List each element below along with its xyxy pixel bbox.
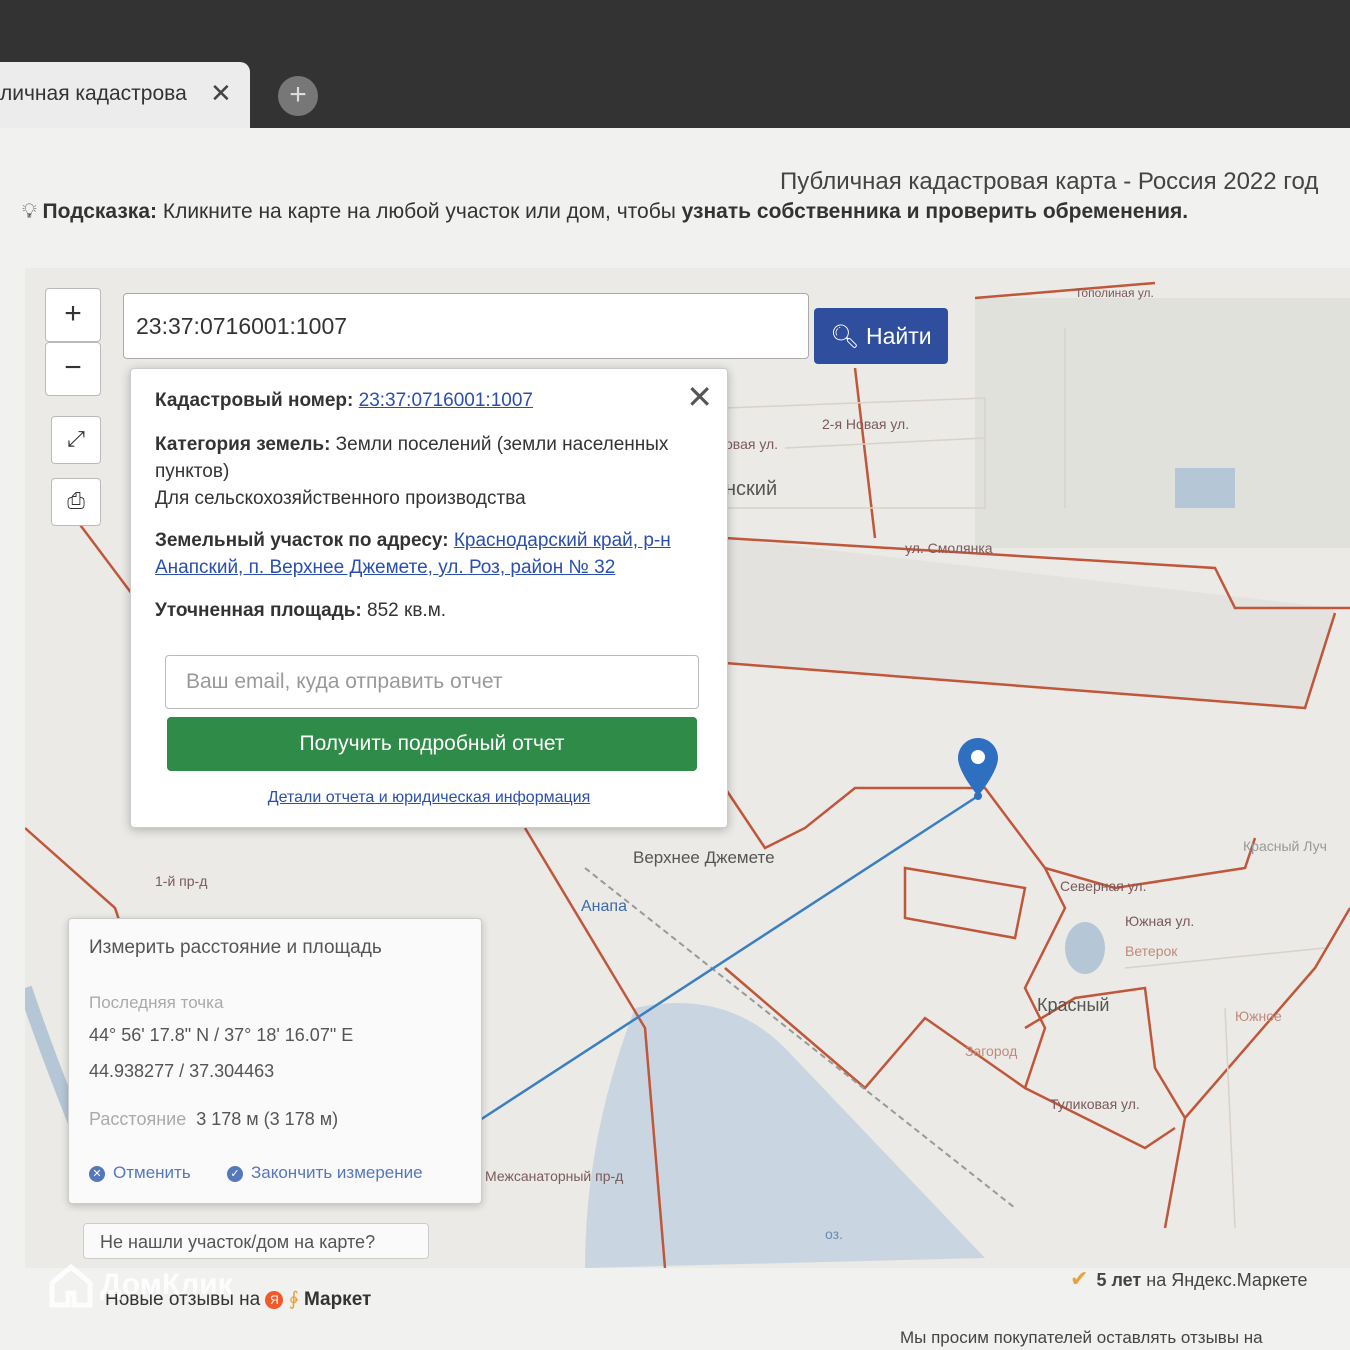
map-label: Туликовая ул. <box>1050 1096 1140 1112</box>
map-label: Верхнее Джемете <box>633 848 775 867</box>
market-text: Маркет <box>303 1289 372 1310</box>
map-label: оз. <box>825 1226 843 1242</box>
measure-panel: Измерить расстояние и площадь Последняя … <box>68 918 482 1204</box>
search-input[interactable] <box>123 293 809 359</box>
location-pin-icon[interactable] <box>958 738 998 805</box>
tab-title: личная кадастрова <box>0 82 187 105</box>
hint-text: Кликните на карте на любой участок или д… <box>157 200 682 223</box>
parcel-info-popup: ✕ Кадастровый номер: 23:37:0716001:1007 … <box>130 368 728 828</box>
hint-label: Подсказка: <box>42 200 157 223</box>
find-button-label: Найти <box>865 323 932 349</box>
map-label: Красный <box>1037 995 1110 1015</box>
find-button[interactable]: 🔍︎ Найти <box>814 308 948 364</box>
close-icon[interactable]: ✕ <box>210 78 232 109</box>
print-icon[interactable]: ⎙ <box>51 478 101 526</box>
address-label: Земельный участок по адресу: <box>155 530 449 551</box>
get-report-button[interactable]: Получить подробный отчет <box>167 717 697 771</box>
zoom-in-button[interactable]: + <box>45 288 101 342</box>
map-label: 2-я Новая ул. <box>822 416 910 432</box>
map-label: нский <box>725 478 778 500</box>
checkmark-icon: ✔ <box>1070 1266 1089 1291</box>
category-label: Категория земель: <box>155 434 331 455</box>
area-label: Уточненная площадь: <box>155 600 362 621</box>
cancel-label: Отменить <box>113 1163 191 1182</box>
distance-label: Расстояние <box>89 1109 187 1129</box>
browser-tabbar: личная кадастрова ✕ + <box>0 0 1350 132</box>
fullscreen-icon[interactable]: ⤢ <box>51 416 101 464</box>
cancel-icon: ✕ <box>89 1165 105 1182</box>
hint-bar: 💡︎ Подсказка: Кликните на карте на любой… <box>22 200 1188 224</box>
email-field[interactable] <box>165 655 699 709</box>
details-link[interactable]: Детали отчета и юридическая информация <box>131 789 727 807</box>
search-icon: 🔍︎ <box>830 323 860 349</box>
area-value: 852 кв.м. <box>361 600 447 621</box>
map-label: Красный Луч <box>1243 838 1327 854</box>
browser-tab[interactable]: личная кадастрова ✕ <box>0 62 250 132</box>
coords-decimal: 44.938277 / 37.304463 <box>89 1061 275 1081</box>
map-label: Северная ул. <box>1060 878 1147 894</box>
footer-text: Мы просим покупателей оставлять отзывы н… <box>900 1328 1263 1347</box>
yandex-icon: Я <box>265 1290 284 1309</box>
map-label: Загород <box>965 1043 1018 1059</box>
new-tab-button[interactable]: + <box>278 76 318 116</box>
map-label: 1-й пр-д <box>155 873 208 889</box>
years-bold: 5 лет <box>1096 1270 1142 1290</box>
cadastral-link[interactable]: 23:37:0716001:1007 <box>359 390 533 411</box>
years-text: на Яндекс.Маркете <box>1141 1270 1308 1290</box>
cancel-measure-button[interactable]: ✕ Отменить <box>89 1163 191 1183</box>
domclick-watermark: ДомКлик <box>48 1263 233 1309</box>
distance-value: 3 178 м (3 178 м) <box>196 1109 339 1129</box>
cadastral-label: Кадастровый номер: <box>155 390 354 411</box>
map-label: Южная ул. <box>1125 913 1195 929</box>
finish-measure-button[interactable]: ✓ Закончить измерение <box>227 1163 423 1183</box>
cadastral-row: Кадастровый номер: 23:37:0716001:1007 <box>155 387 703 414</box>
map-label: Анапа <box>581 898 627 915</box>
map-label: овая ул. <box>725 436 779 452</box>
zoom-out-button[interactable]: − <box>45 342 101 396</box>
coords-dms: 44° 56' 17.8" N / 37° 18' 16.07" E <box>89 1025 354 1045</box>
map-label: Тополиная ул. <box>1075 286 1154 300</box>
check-icon: ✓ <box>227 1165 243 1182</box>
last-point-label: Последняя точка <box>89 993 224 1012</box>
house-logo-icon <box>49 1263 93 1308</box>
map-label: Ветерок <box>1125 943 1178 959</box>
area-row: Уточненная площадь: 852 кв.м. <box>155 597 703 624</box>
not-found-button[interactable]: Не нашли участок/дом на карте? <box>83 1223 429 1259</box>
market-years-banner: ✔ 5 лет на Яндекс.Маркете <box>1070 1266 1308 1292</box>
map-label: Южное <box>1235 1008 1282 1024</box>
address-row: Земельный участок по адресу: Краснодарск… <box>155 527 703 581</box>
page-title: Публичная кадастровая карта - Россия 202… <box>780 168 1319 195</box>
category-row: Категория земель: Земли поселений (земли… <box>155 431 703 485</box>
distance-row: Расстояние 3 178 м (3 178 м) <box>89 1109 338 1130</box>
cadastral-map[interactable]: + − ⤢ ⎙ 🔍︎ Найти 2-я Новая ул. овая ул. … <box>25 268 1350 1268</box>
purpose-text: Для сельскохозяйственного производства <box>155 488 526 509</box>
watermark-text: ДомКлик <box>100 1267 233 1301</box>
lightbulb-icon: 💡︎ <box>22 200 37 223</box>
market-icon: ∳ <box>288 1289 299 1310</box>
hint-bold-text: узнать собственника и проверить обремене… <box>681 200 1189 223</box>
measure-title: Измерить расстояние и площадь <box>89 937 382 958</box>
finish-label: Закончить измерение <box>251 1163 423 1182</box>
map-label: ул. Смолянка <box>905 540 993 556</box>
page: Публичная кадастровая карта - Россия 202… <box>0 128 1350 1350</box>
map-label: Межсанаторный пр-д <box>485 1168 624 1184</box>
